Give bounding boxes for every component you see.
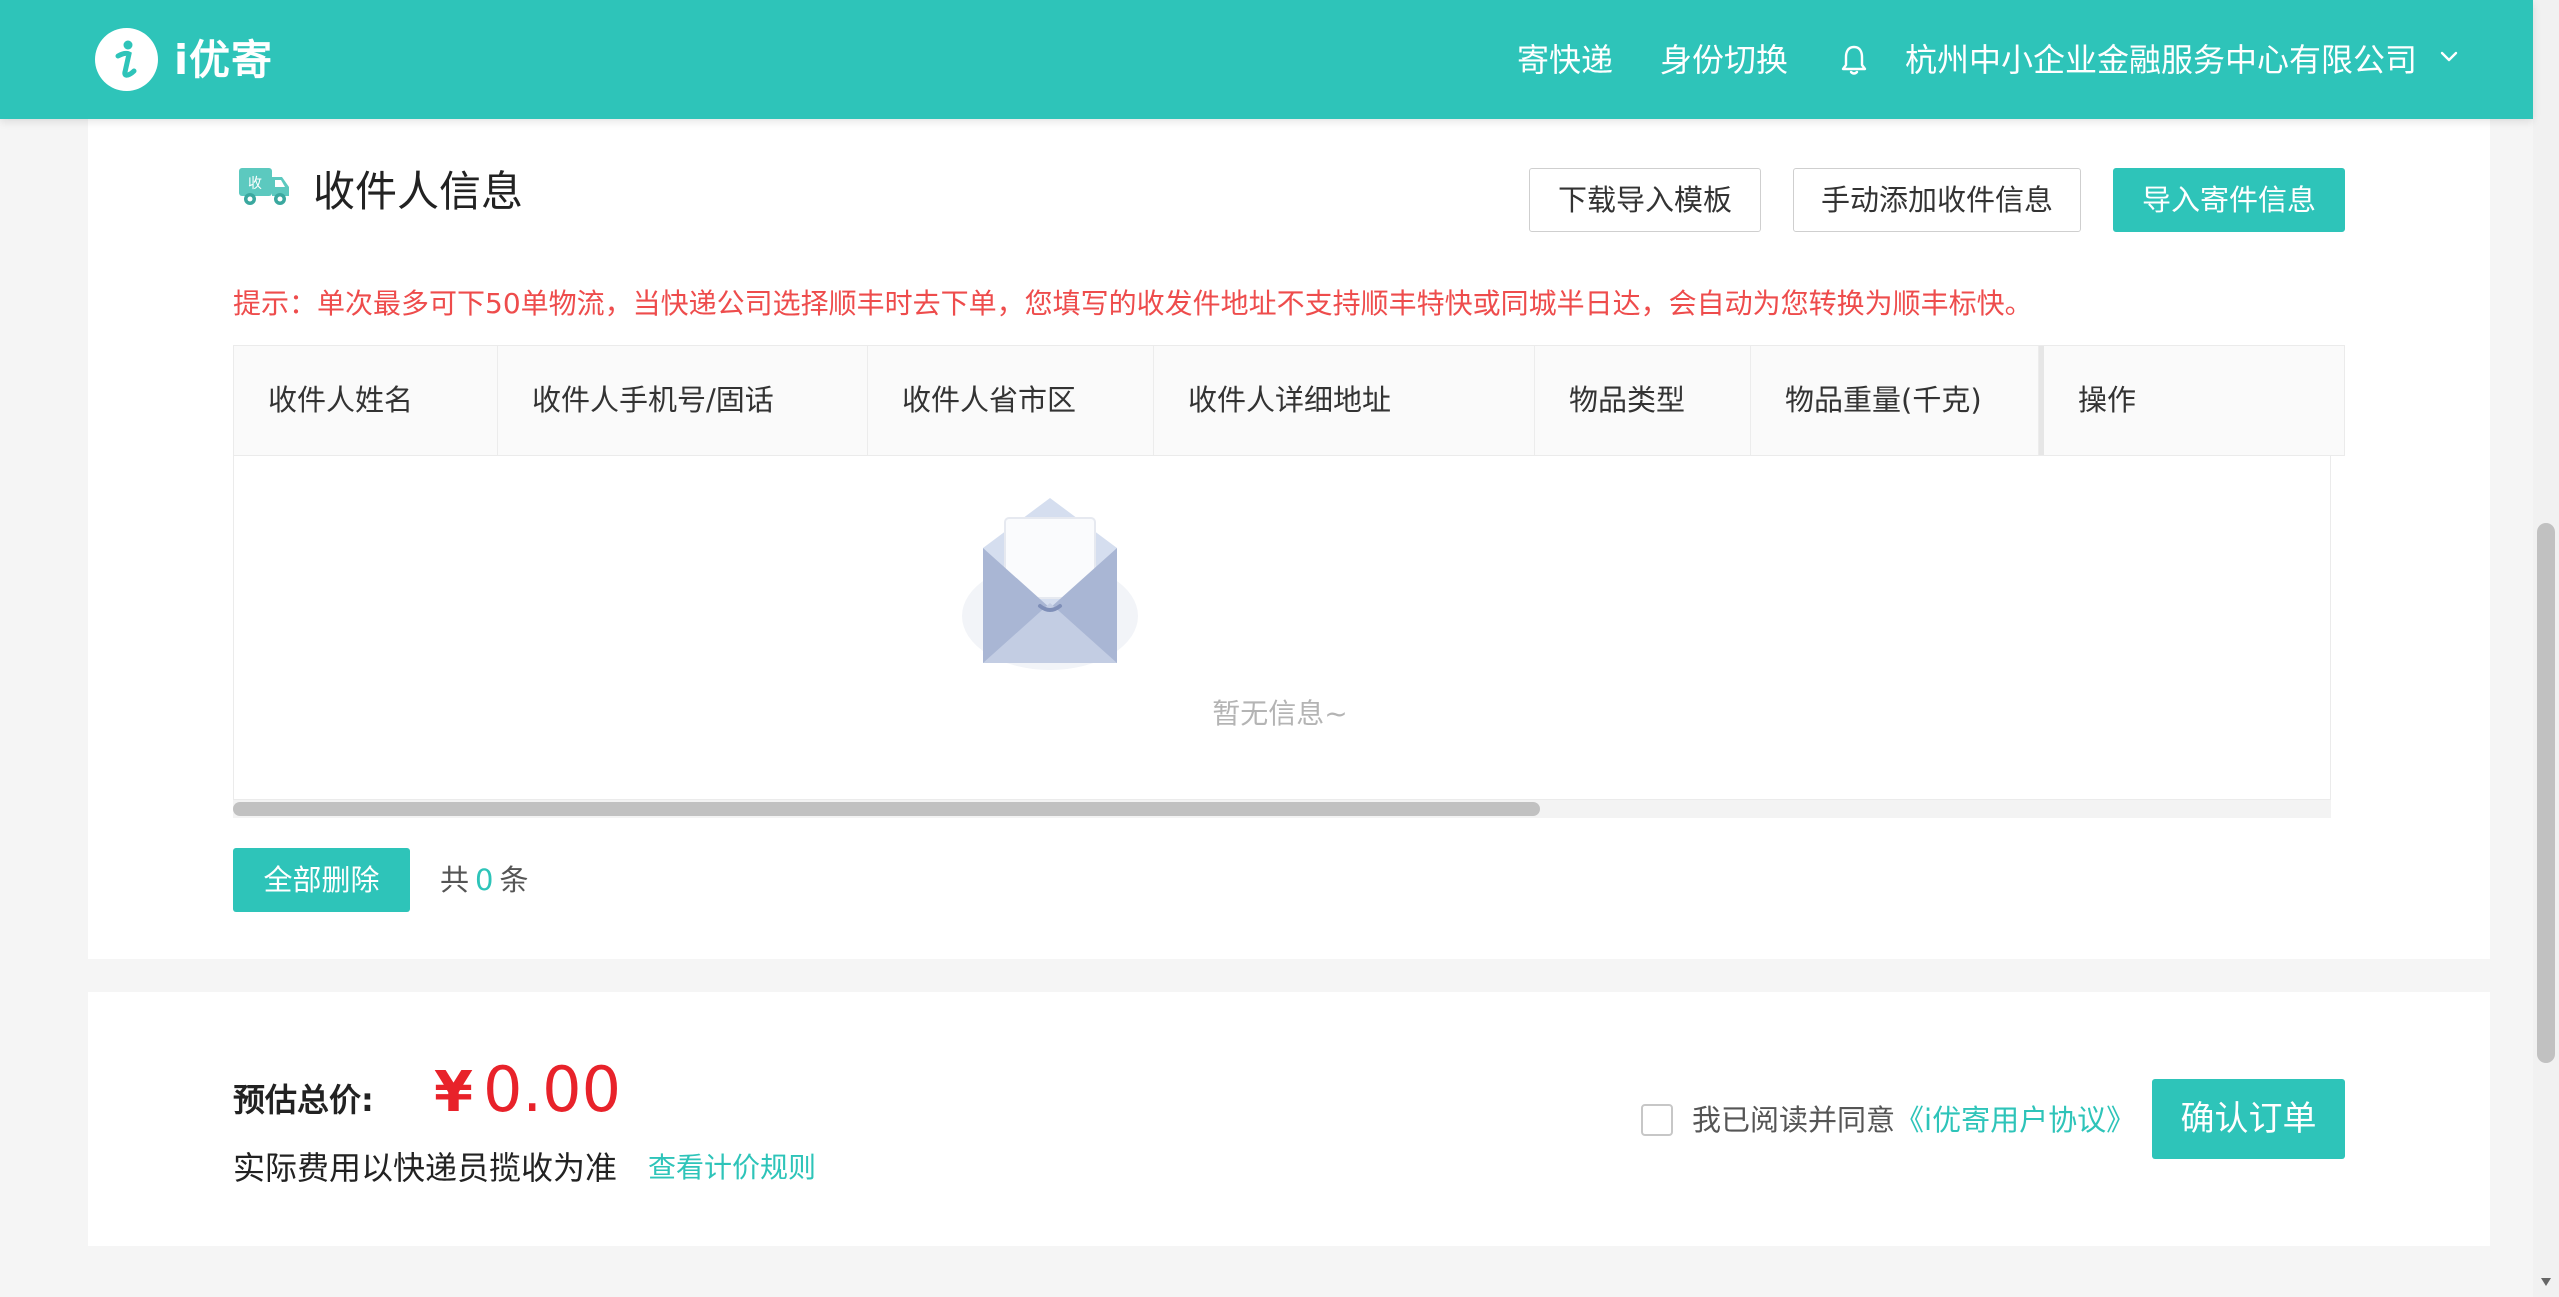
user-agreement-link[interactable]: 《i优寄用户协议》 — [1895, 1103, 2135, 1137]
company-selector[interactable]: 杭州中小企业金融服务中心有限公司 — [1905, 36, 2417, 84]
record-count-suffix: 条 — [499, 863, 529, 897]
manual-add-button[interactable]: 手动添加收件信息 — [1793, 168, 2081, 232]
agreement-label: 我已阅读并同意 — [1692, 1103, 1896, 1137]
column-header-weight: 物品重量(千克) — [1751, 346, 2039, 455]
horizontal-scrollbar-thumb[interactable] — [233, 802, 1540, 816]
tip-text: 提示：单次最多可下50单物流，当快递公司选择顺丰时去下单，您填写的收发件地址不支… — [233, 287, 2033, 320]
estimated-price-label: 预估总价: — [233, 1081, 374, 1119]
record-count-number: 0 — [475, 863, 494, 897]
envelope-icon — [962, 498, 1138, 670]
scroll-down-arrow-icon[interactable] — [2539, 1275, 2553, 1289]
confirm-order-button[interactable]: 确认订单 — [2152, 1079, 2345, 1159]
column-header-item-type: 物品类型 — [1535, 346, 1751, 455]
delete-all-button[interactable]: 全部删除 — [233, 848, 410, 912]
truck-icon: 收 — [239, 168, 289, 205]
recipients-table: 收件人姓名 收件人手机号/固话 收件人省市区 收件人详细地址 物品类型 物品重量… — [233, 345, 2345, 817]
currency-symbol: ¥ — [434, 1060, 473, 1125]
price-note: 实际费用以快递员揽收为准 — [233, 1149, 618, 1187]
column-header-name: 收件人姓名 — [234, 346, 498, 455]
table-header: 收件人姓名 收件人手机号/固话 收件人省市区 收件人详细地址 物品类型 物品重量… — [233, 345, 2345, 456]
record-count: 共0条 — [440, 860, 528, 900]
agreement-text: 我已阅读并同意《i优寄用户协议》 — [1692, 1100, 2135, 1140]
price-amount: 0.00 — [482, 1053, 622, 1126]
chevron-down-icon[interactable] — [2439, 50, 2459, 64]
pricing-rules-link[interactable]: 查看计价规则 — [648, 1148, 816, 1188]
logo-text[interactable]: i优寄 — [174, 30, 273, 90]
table-body-empty — [233, 456, 2331, 800]
truck-icon-badge: 收 — [248, 176, 262, 192]
import-shipment-button[interactable]: 导入寄件信息 — [2113, 168, 2345, 232]
empty-state-text: 暂无信息~ — [1212, 697, 1348, 730]
nav-switch-identity[interactable]: 身份切换 — [1660, 36, 1788, 84]
download-template-button[interactable]: 下载导入模板 — [1529, 168, 1761, 232]
record-count-prefix: 共 — [440, 863, 470, 897]
agreement-checkbox[interactable] — [1641, 1104, 1673, 1136]
vertical-scrollbar-thumb[interactable] — [2537, 523, 2555, 1063]
column-header-address: 收件人详细地址 — [1154, 346, 1535, 455]
bell-icon[interactable] — [1839, 43, 1869, 77]
logo-icon[interactable] — [95, 28, 158, 91]
column-header-phone: 收件人手机号/固话 — [498, 346, 868, 455]
section-title: 收件人信息 — [313, 167, 524, 216]
estimated-price-value: ¥0.00 — [434, 1050, 621, 1130]
top-header: i优寄 寄快递 身份切换 杭州中小企业金融服务中心有限公司 — [0, 0, 2533, 119]
nav-send-express[interactable]: 寄快递 — [1517, 36, 1613, 84]
column-header-operation: 操作 — [2039, 346, 2344, 455]
